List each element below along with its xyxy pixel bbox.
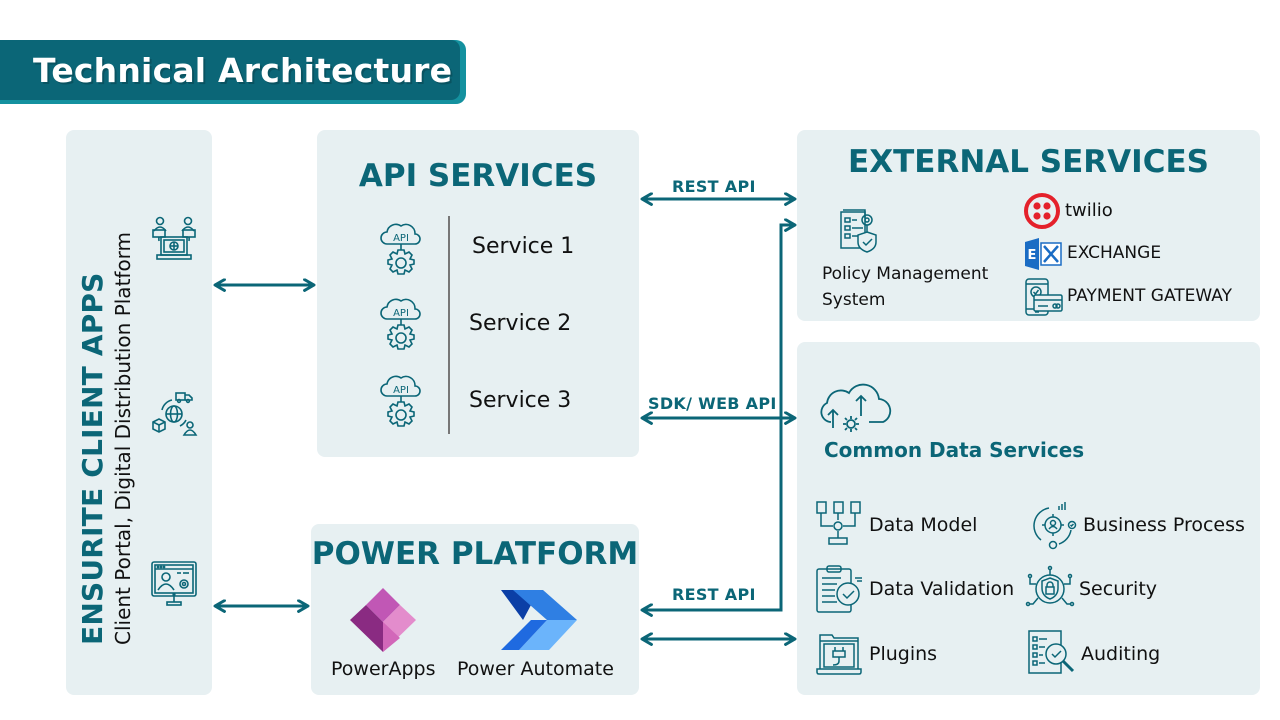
label-sdk-web-api: SDK/ WEB API — [648, 394, 777, 413]
video-conference-icon — [152, 216, 196, 260]
label-rest-api-external: REST API — [672, 177, 756, 196]
auditing-icon — [1028, 630, 1075, 674]
service-2-label: Service 2 — [469, 311, 572, 336]
cds-item-plugins: Plugins — [815, 629, 937, 679]
twilio-logo-icon — [1024, 193, 1060, 229]
powerapps-logo-icon — [350, 588, 416, 652]
cds-item-data-validation: Data Validation — [815, 564, 1014, 614]
power-automate-label: Power Automate — [457, 658, 614, 680]
auditing-label: Auditing — [1081, 643, 1161, 665]
cds-item-business-process: Business Process — [1029, 500, 1245, 550]
data-model-label: Data Model — [869, 514, 978, 536]
page-title: Technical Architecture — [33, 50, 453, 90]
data-model-icon — [816, 501, 861, 545]
plugin-icon — [816, 634, 862, 675]
power-platform-title: POWER PLATFORM — [311, 536, 639, 572]
client-apps-title: ENSURITE CLIENT APPS — [76, 272, 109, 645]
svg-text:API: API — [393, 308, 409, 319]
label-rest-api-power: REST API — [672, 585, 756, 604]
title-banner-inner: Technical Architecture — [0, 40, 460, 100]
global-logistics-icon — [152, 392, 198, 436]
business-process-icon — [1033, 502, 1077, 550]
common-data-services-panel: Common Data Services Data Model Business… — [797, 342, 1260, 695]
common-data-services-title: Common Data Services — [824, 438, 1085, 462]
power-platform-panel: POWER PLATFORM PowerApps Power Automate — [311, 524, 639, 695]
web-admin-icon — [151, 561, 197, 606]
policy-management-label-line1: Policy Management — [822, 264, 989, 284]
api-services-panel: API SERVICES API API API Service 1 Servi… — [317, 130, 639, 457]
policy-management-label-line2: System — [822, 290, 886, 310]
service-3-label: Service 3 — [469, 388, 572, 413]
api-services-title: API SERVICES — [358, 158, 598, 194]
power-automate-logo-icon — [501, 590, 577, 650]
payment-gateway-icon — [1025, 278, 1063, 316]
security-label: Security — [1079, 578, 1158, 600]
cds-item-data-model: Data Model — [815, 500, 977, 550]
payment-gateway-label: PAYMENT GATEWAY — [1067, 286, 1232, 306]
external-services-panel: EXTERNAL SERVICES Policy Management Syst… — [797, 130, 1260, 321]
twilio-label: twilio — [1065, 200, 1113, 221]
api-cloud-gear-icon: API — [380, 223, 421, 275]
title-banner: Technical Architecture — [0, 40, 466, 104]
data-validation-icon — [816, 565, 862, 613]
exchange-label: EXCHANGE — [1067, 243, 1162, 263]
security-lock-icon — [1025, 565, 1075, 607]
plugins-label: Plugins — [869, 643, 938, 665]
data-validation-label: Data Validation — [869, 578, 1015, 600]
connector-power-rest — [642, 225, 795, 610]
svg-text:E: E — [1028, 248, 1037, 263]
api-services-divider — [448, 216, 450, 434]
cds-item-auditing: Auditing — [1027, 629, 1160, 679]
cloud-upload-gear-icon — [820, 383, 892, 432]
api-cloud-gear-icon: API — [380, 375, 421, 427]
cds-item-security: Security — [1025, 564, 1157, 614]
service-1-label: Service 1 — [472, 234, 575, 259]
exchange-logo-icon: E — [1025, 238, 1062, 270]
svg-text:API: API — [393, 385, 409, 396]
policy-document-icon — [840, 209, 877, 253]
business-process-label: Business Process — [1083, 514, 1245, 536]
powerapps-label: PowerApps — [331, 658, 436, 680]
svg-text:API: API — [393, 233, 409, 244]
client-apps-subtitle: Client Portal, Digital Distribution Plat… — [111, 231, 135, 645]
api-cloud-gear-icon: API — [380, 298, 421, 350]
external-services-title: EXTERNAL SERVICES — [848, 144, 1209, 180]
